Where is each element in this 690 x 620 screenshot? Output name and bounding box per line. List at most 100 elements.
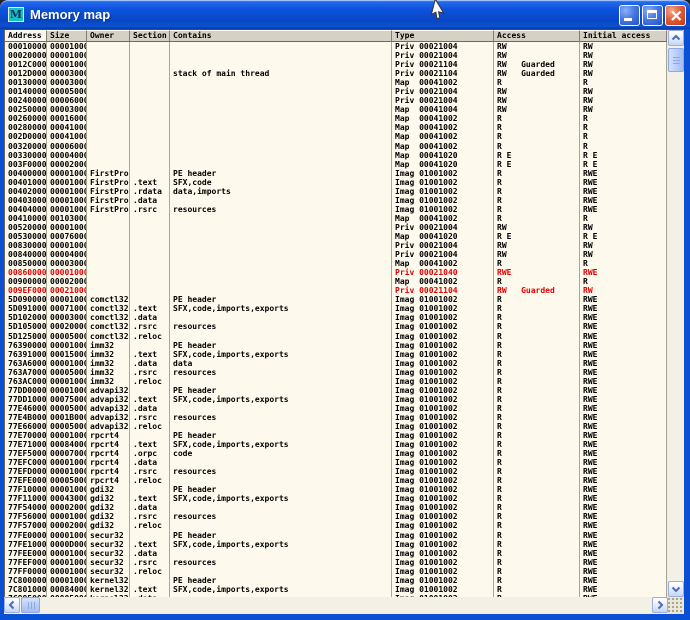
table-row[interactable]: 77DD000000001000advapi32PE headerImag 01…	[5, 386, 667, 395]
table-row[interactable]: 77F1000000001000gdi32PE headerImag 01001…	[5, 485, 667, 494]
table-row[interactable]: 0012D00000003000stack of main threadPriv…	[5, 69, 667, 78]
table-row[interactable]: 5D12500000005000comctl32.relocImag 01001…	[5, 332, 667, 341]
table-row[interactable]: 5D10500000020000comctl32.rsrcresourcesIm…	[5, 322, 667, 331]
table-row[interactable]: 77E7000000001000rpcrt4PE headerImag 0100…	[5, 431, 667, 440]
table-row[interactable]: 77F5600000001000gdi32.rsrcresourcesImag …	[5, 512, 667, 521]
table-row[interactable]: 0053000000076000Map 00041020R ER E	[5, 232, 667, 241]
resize-grip[interactable]	[668, 597, 684, 614]
column-header-size[interactable]: Size	[47, 30, 87, 42]
cell-access: RW	[494, 223, 580, 232]
table-row[interactable]: 0026000000016000Map 00041002RR	[5, 114, 667, 123]
maximize-button[interactable]	[642, 5, 663, 26]
table-row[interactable]: 5D09100000071000comctl32.textSFX,code,im…	[5, 304, 667, 313]
table-row[interactable]: 0083000000001000Priv 00021004RWRW	[5, 241, 667, 250]
table-row[interactable]: 77DD100000075000advapi32.textSFX,code,im…	[5, 395, 667, 404]
table-row[interactable]: 0085000000003000Map 00041002RR	[5, 259, 667, 268]
table-row[interactable]: 0040000000001000FirstProPE headerImag 01…	[5, 169, 667, 178]
titlebar[interactable]: M Memory map	[0, 0, 690, 29]
minimize-button[interactable]	[619, 5, 640, 26]
table-row[interactable]: 5D09000000001000comctl32PE headerImag 01…	[5, 295, 667, 304]
column-header-section[interactable]: Section	[130, 30, 170, 42]
scroll-left-button[interactable]	[4, 597, 20, 613]
scroll-right-button[interactable]	[652, 597, 668, 613]
table-row[interactable]: 763A600000001000imm32.datadataImag 01001…	[5, 359, 667, 368]
cell-owner: imm32	[87, 350, 130, 359]
table-row[interactable]: 0028000000041000Map 00041002RR	[5, 123, 667, 132]
table-row[interactable]: 77FEE00000001000secur32.dataImag 0100100…	[5, 549, 667, 558]
table-row[interactable]: 0040100000001000FirstPro.textSFX,codeIma…	[5, 178, 667, 187]
table-row[interactable]: 7C80000000001000kernel32PE headerImag 01…	[5, 576, 667, 585]
table-row[interactable]: 7639100000015000imm32.textSFX,code,impor…	[5, 350, 667, 359]
column-header-initial[interactable]: Initial access	[580, 30, 667, 42]
table-row[interactable]: 0024000000006000Priv 00021004RWRW	[5, 96, 667, 105]
table-row[interactable]: 0013000000003000Map 00041002RR	[5, 78, 667, 87]
table-row[interactable]: 0040300000001000FirstPro.dataImag 010010…	[5, 196, 667, 205]
cell-size: 00005000	[47, 422, 87, 431]
scroll-up-button[interactable]	[668, 30, 684, 46]
cell-initial: RW	[580, 96, 667, 105]
cell-address: 00320000	[5, 142, 47, 151]
cell-owner: advapi32	[87, 395, 130, 404]
table-row[interactable]: 763AC00000001000imm32.relocImag 01001002…	[5, 377, 667, 386]
cell-initial: RW	[580, 51, 667, 60]
table-row[interactable]: 5D10200000003000comctl32.dataImag 010010…	[5, 313, 667, 322]
table-row[interactable]: 0025000000003000Map 00041004RWRW	[5, 105, 667, 114]
cell-contains	[170, 503, 392, 512]
cell-section: .rsrc	[130, 368, 170, 377]
vertical-scrollbar[interactable]	[668, 30, 684, 597]
table-row[interactable]: 77EF500000007000rpcrt4.orpccodeImag 0100…	[5, 449, 667, 458]
cell-owner	[87, 151, 130, 160]
column-header-contains[interactable]: Contains	[170, 30, 392, 42]
cell-access: R	[494, 431, 580, 440]
table-row[interactable]: 77EFD00000001000rpcrt4.rsrcresourcesImag…	[5, 467, 667, 476]
client-area: AddressSizeOwnerSectionContainsTypeAcces…	[4, 30, 684, 614]
table-row[interactable]: 0032000000006000Map 00041002RR	[5, 142, 667, 151]
table-row[interactable]: 009EF00000021000Priv 00021104RW GuardedR…	[5, 286, 667, 295]
table-row[interactable]: 77FF000000001000secur32.relocImag 010010…	[5, 567, 667, 576]
table-row[interactable]: 77FE10000000D000secur32.textSFX,code,imp…	[5, 540, 667, 549]
cell-section: .data	[130, 196, 170, 205]
table-row[interactable]: 0040200000001000FirstPro.rdatadata,impor…	[5, 187, 667, 196]
column-header-access[interactable]: Access	[494, 30, 580, 42]
table-row[interactable]: 0090000000002000Map 00041002RR	[5, 277, 667, 286]
table-row[interactable]: 77E4600000005000advapi32.dataImag 010010…	[5, 404, 667, 413]
column-header-owner[interactable]: Owner	[87, 30, 130, 42]
scroll-down-button[interactable]	[668, 581, 684, 597]
cell-section	[130, 78, 170, 87]
table-row[interactable]: 0002000000001000Priv 00021004RWRW	[5, 51, 667, 60]
table-row[interactable]: 0033000000004000Map 00041020R ER E	[5, 151, 667, 160]
table-row[interactable]: 003F000000002000Map 00041020R ER E	[5, 160, 667, 169]
table-row[interactable]: 0040400000001000FirstPro.rsrcresourcesIm…	[5, 205, 667, 214]
horizontal-scrollbar[interactable]	[4, 597, 668, 614]
table-row[interactable]: 77E4B0000001B000advapi32.rsrcresourcesIm…	[5, 413, 667, 422]
horizontal-scroll-thumb[interactable]	[21, 597, 40, 613]
table-row[interactable]: 0014000000005000Priv 00021004RWRW	[5, 87, 667, 96]
table-row[interactable]: 77E7100000084000rpcrt4.textSFX,code,impo…	[5, 440, 667, 449]
table-row[interactable]: 77F5700000002000gdi32.relocImag 01001002…	[5, 521, 667, 530]
close-button[interactable]	[665, 5, 686, 26]
column-header-address[interactable]: Address	[5, 30, 47, 42]
table-row[interactable]: 0012C00000001000Priv 00021104RW GuardedR…	[5, 60, 667, 69]
table-row[interactable]: 7639000000001000imm32PE headerImag 01001…	[5, 341, 667, 350]
table-row[interactable]: 0084000000004000Priv 00021004RWRW	[5, 250, 667, 259]
cell-section: .reloc	[130, 521, 170, 530]
table-row[interactable]: 77F1100000043000gdi32.textSFX,code,impor…	[5, 494, 667, 503]
table-row[interactable]: 0041000000103000Map 00041002RR	[5, 214, 667, 223]
table-row[interactable]: 7C80100000084000kernel32.textSFX,code,im…	[5, 585, 667, 594]
table-row[interactable]: 763A700000005000imm32.rsrcresourcesImag …	[5, 368, 667, 377]
cell-contains	[170, 132, 392, 141]
table-row[interactable]: 0052000000001000Priv 00021004RWRW	[5, 223, 667, 232]
table-row[interactable]: 77F5400000002000gdi32.dataImag 01001002R…	[5, 503, 667, 512]
vertical-scroll-thumb[interactable]	[668, 48, 684, 72]
table-row[interactable]: 77FE000000001000secur32PE headerImag 010…	[5, 531, 667, 540]
table-row[interactable]: 77FEF00000001000secur32.rsrcresourcesIma…	[5, 558, 667, 567]
table-row[interactable]: 002D000000041000Map 00041002RR	[5, 132, 667, 141]
table-row[interactable]: 77EFE00000005000rpcrt4.relocImag 0100100…	[5, 476, 667, 485]
cell-section: .text	[130, 440, 170, 449]
column-header-type[interactable]: Type	[392, 30, 494, 42]
table-row[interactable]: 0086000000001000Priv 00021040RWERWE	[5, 268, 667, 277]
table-row[interactable]: 0001000000001000Priv 00021004RWRW	[5, 42, 667, 51]
table-row[interactable]: 77EFC00000001000rpcrt4.dataImag 01001002…	[5, 458, 667, 467]
table-row[interactable]: 77E6600000005000advapi32.relocImag 01001…	[5, 422, 667, 431]
cell-address: 00530000	[5, 232, 47, 241]
